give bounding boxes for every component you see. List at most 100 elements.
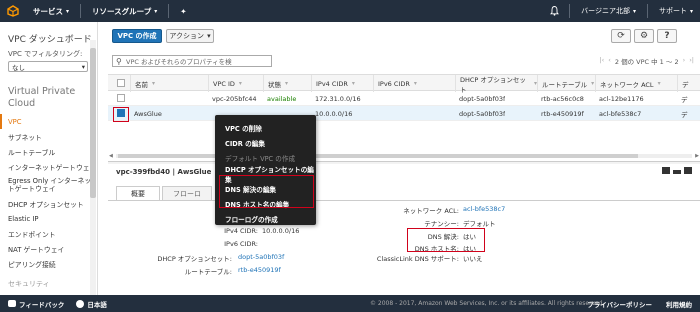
scroll-right-icon[interactable]: ▶ <box>695 153 699 159</box>
detail-link-acl[interactable]: acl-bfe538c7 <box>463 205 505 213</box>
table-row[interactable]: vpc-205bfc44 available 172.31.0.0/16 dop… <box>108 91 700 106</box>
column-header-state[interactable]: 状態 ▾ <box>263 75 311 92</box>
help-button[interactable]: ? <box>657 29 677 43</box>
column-header-ipv4[interactable]: IPv4 CIDR ▾ <box>311 75 373 92</box>
footer-links: プライバシーポリシー 利用規約 <box>587 299 692 309</box>
gear-icon: ⚙ <box>639 31 649 41</box>
actions-button[interactable]: アクション ▾ <box>166 29 214 43</box>
settings-button[interactable]: ⚙ <box>634 29 654 43</box>
sidebar-item-internet-gateways[interactable]: インターネットゲートウェイ <box>8 159 97 174</box>
last-page-icon[interactable]: ›| <box>689 56 694 66</box>
sidebar-dashboard-link[interactable]: VPC ダッシュボード <box>8 32 97 45</box>
pane-minimize-icon[interactable] <box>684 167 692 174</box>
row-checkbox[interactable] <box>117 94 125 102</box>
chevron-down-icon: ▾ <box>207 32 211 40</box>
detail-value: デフォルト <box>463 220 496 228</box>
nav-divider <box>569 4 571 18</box>
scroll-thumb[interactable] <box>118 154 638 158</box>
detail-link-route-table[interactable]: rtb-e450919f <box>238 266 281 274</box>
column-header-dhcp[interactable]: DHCP オプションセット ▾ <box>455 75 537 94</box>
highlight-box <box>113 107 129 122</box>
sort-icon: ▾ <box>351 80 355 87</box>
menu-item-create-flow-log[interactable]: フローログの作成 <box>215 212 316 227</box>
language-selector[interactable]: 日本語 <box>64 299 107 309</box>
detail-tabs: 概要 フローロ <box>116 186 214 200</box>
menu-item-delete-vpc[interactable]: VPC の削除 <box>215 120 316 135</box>
detail-link-dhcp[interactable]: dopt-5a0bf03f <box>238 253 284 261</box>
language-label: 日本語 <box>87 300 107 309</box>
vpc-filter-value: なし <box>12 63 25 72</box>
tab-flow-logs[interactable]: フローロ <box>162 186 212 200</box>
sort-icon: ▾ <box>238 80 242 87</box>
detail-label: IPv6 CIDR: <box>224 240 258 248</box>
pane-maximize-icon[interactable] <box>662 167 670 174</box>
first-page-icon[interactable]: |‹ <box>599 56 604 66</box>
sidebar-item-egress-only-igw[interactable]: Egress Only インターネットゲートウェイ <box>8 174 97 196</box>
sidebar-item-endpoints[interactable]: エンドポイント <box>8 226 97 241</box>
pane-split-icon[interactable] <box>673 167 681 174</box>
create-vpc-button[interactable]: VPC の作成 <box>112 29 162 43</box>
sidebar-group-title: Virtual Private Cloud <box>8 86 76 109</box>
chevron-down-icon: ▾ <box>81 62 85 71</box>
pin-button[interactable]: ✦ <box>173 0 193 22</box>
sidebar-item-elastic-ip[interactable]: Elastic IP <box>8 211 97 226</box>
chevron-down-icon: ▾ <box>632 7 636 15</box>
refresh-icon: ⟳ <box>617 31 625 41</box>
sort-icon: ▾ <box>413 80 417 87</box>
sidebar-item-subnets[interactable]: サブネット <box>8 129 97 144</box>
detail-value: いいえ <box>463 255 483 263</box>
menu-item-edit-cidr[interactable]: CIDR の編集 <box>215 135 316 150</box>
refresh-button[interactable]: ⟳ <box>611 29 631 43</box>
pagination-text: 2 個の VPC 中 1 ～ 2 <box>614 58 679 66</box>
vpc-table: 名前 ▾ VPC ID ▾ 状態 ▾ IPv4 CIDR ▾ IPv6 CIDR ▾ DH… <box>108 74 700 121</box>
column-header-label: デ <box>682 80 689 89</box>
select-all-checkbox[interactable] <box>117 79 125 87</box>
column-header-acl[interactable]: ネットワーク ACL ▾ <box>595 75 677 92</box>
column-header-route-table[interactable]: ルートテーブル ▾ <box>537 75 595 92</box>
pane-resize-handle[interactable] <box>108 161 700 164</box>
sidebar-item-vpc[interactable]: VPC <box>0 114 97 129</box>
sidebar-item-route-tables[interactable]: ルートテーブル <box>8 144 97 159</box>
resource-groups-label: リソースグループ <box>92 6 152 16</box>
column-header-default[interactable]: デ <box>677 75 700 92</box>
column-header-ipv6[interactable]: IPv6 CIDR ▾ <box>373 75 455 92</box>
terms-link[interactable]: 利用規約 <box>666 299 692 309</box>
tab-summary[interactable]: 概要 <box>116 186 160 200</box>
highlight-box <box>407 228 485 252</box>
search-input[interactable]: ⚲ VPC およびそれらのプロパティを検 <box>112 55 272 67</box>
sidebar-item-nat-gateways[interactable]: NAT ゲートウェイ <box>8 241 97 256</box>
aws-logo-icon[interactable] <box>0 0 26 22</box>
vpc-filter-select[interactable]: なし ▾ <box>8 61 88 72</box>
column-header-name[interactable]: 名前 ▾ <box>130 75 208 92</box>
vpc-filter-label: VPC でフィルタリング: <box>8 50 83 58</box>
cell-vpc-id: vpc-205bfc44 <box>212 94 257 103</box>
chevron-down-icon: ▾ <box>66 7 70 15</box>
nav-divider <box>646 4 648 18</box>
region-menu[interactable]: バージニア北部 ▾ <box>574 0 643 22</box>
tab-divider <box>108 200 700 201</box>
notifications-button[interactable] <box>543 0 565 22</box>
prev-page-icon[interactable]: ‹ <box>608 56 611 66</box>
privacy-policy-link[interactable]: プライバシーポリシー <box>587 299 652 309</box>
sidebar-item-dhcp-options[interactable]: DHCP オプションセット <box>8 196 97 211</box>
resource-groups-menu[interactable]: リソースグループ ▾ <box>85 0 164 22</box>
bell-icon <box>549 6 559 16</box>
column-header-label: ネットワーク ACL <box>600 80 654 89</box>
scrollbar-thumb[interactable] <box>90 48 96 198</box>
table-row-selected[interactable]: AwsGlue 10.0.0.0/16 dopt-5a0bf03f rtb-e4… <box>108 106 700 121</box>
next-page-icon[interactable]: › <box>683 56 686 66</box>
column-header-vpc-id[interactable]: VPC ID ▾ <box>208 75 263 92</box>
sidebar-scrollbar[interactable] <box>90 40 96 295</box>
sort-icon: ▾ <box>285 80 289 87</box>
feedback-link[interactable]: フィードバック <box>0 299 64 309</box>
support-menu[interactable]: サポート ▾ <box>652 0 700 22</box>
cell-ipv4: 172.31.0.0/16 <box>315 94 361 103</box>
detail-value: 10.0.0.0/16 <box>262 227 300 235</box>
pane-layout-controls <box>662 167 692 174</box>
services-menu[interactable]: サービス ▾ <box>26 0 76 22</box>
cell-route-table: rtb-e450919f <box>541 109 584 118</box>
table-horizontal-scrollbar[interactable]: ◀ ▶ <box>108 153 700 159</box>
scroll-left-icon[interactable]: ◀ <box>109 153 113 159</box>
cell-ipv4: 10.0.0.0/16 <box>315 109 353 118</box>
sidebar-item-peering[interactable]: ピアリング接続 <box>8 256 97 271</box>
